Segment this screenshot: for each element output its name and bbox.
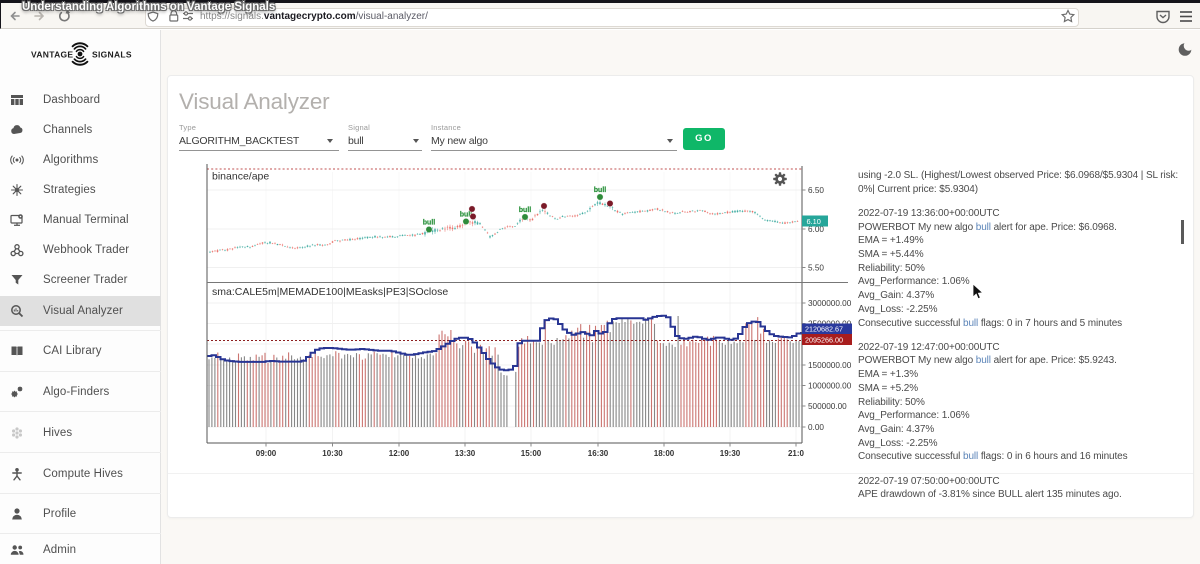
svg-text:1000000.00: 1000000.00: [808, 382, 852, 391]
svg-text:15:00: 15:00: [521, 449, 542, 458]
svg-text:12:00: 12:00: [389, 449, 410, 458]
svg-text:3000000.00: 3000000.00: [808, 299, 852, 308]
svg-text:SIGNALS: SIGNALS: [92, 50, 132, 60]
svg-text:6.10: 6.10: [807, 217, 821, 226]
svg-text:bull: bull: [423, 220, 435, 227]
svg-text:6.50: 6.50: [808, 186, 824, 195]
svg-text:bull: bull: [594, 187, 606, 194]
svg-text:13:30: 13:30: [455, 449, 476, 458]
svg-text:5.50: 5.50: [808, 264, 824, 273]
svg-text:18:00: 18:00: [654, 449, 675, 458]
svg-text:10:30: 10:30: [322, 449, 343, 458]
svg-text:2120682.67: 2120682.67: [805, 325, 843, 334]
svg-text:VANTAGE: VANTAGE: [31, 50, 73, 60]
svg-text:19:30: 19:30: [720, 449, 741, 458]
svg-text:2095266.00: 2095266.00: [805, 335, 843, 344]
svg-text:500000.00: 500000.00: [808, 402, 847, 411]
svg-text:binance/ape: binance/ape: [212, 171, 269, 183]
svg-text:16:30: 16:30: [588, 449, 609, 458]
svg-text:09:00: 09:00: [256, 449, 277, 458]
svg-text:0.00: 0.00: [808, 423, 824, 432]
svg-text:bull: bull: [519, 207, 531, 214]
svg-text:21:0: 21:0: [788, 449, 805, 458]
svg-text:sma:CALE5m|MEMADE100|MEasks|PE: sma:CALE5m|MEMADE100|MEasks|PE3|SOclose: [212, 286, 448, 298]
svg-text:1500000.00: 1500000.00: [808, 361, 852, 370]
